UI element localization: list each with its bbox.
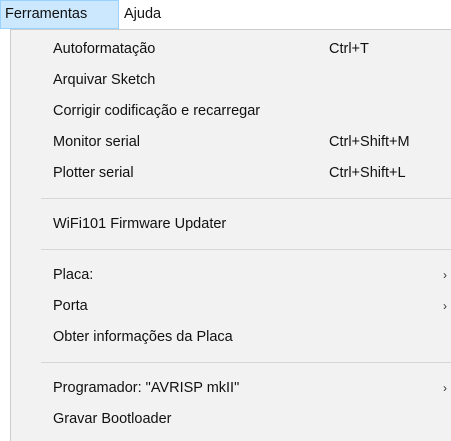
menu-ajuda[interactable]: Ajuda: [120, 0, 175, 29]
menu-item-shortcut: Ctrl+Shift+M: [329, 134, 410, 150]
menu-item-gravar-bootloader[interactable]: Gravar Bootloader: [11, 404, 451, 435]
menu-item-label: Monitor serial: [53, 134, 141, 150]
chevron-right-icon: ›: [443, 381, 447, 395]
menu-item-label: Gravar Bootloader: [53, 411, 172, 427]
menu-separator: [41, 362, 451, 363]
menu-item-label: Placa:: [53, 267, 94, 283]
menu-item-label: Porta: [53, 298, 88, 314]
menu-item-obter-informacoes-da-placa[interactable]: Obter informações da Placa: [11, 322, 451, 353]
menu-item-wifi101-firmware-updater[interactable]: WiFi101 Firmware Updater: [11, 209, 451, 240]
menu-item-label: WiFi101 Firmware Updater: [53, 216, 227, 232]
menu-item-label: Arquivar Sketch: [53, 72, 156, 88]
menu-separator: [41, 198, 451, 199]
menu-item-shortcut: Ctrl+Shift+L: [329, 165, 406, 181]
menu-item-placa[interactable]: Placa: ›: [11, 260, 451, 291]
menu-item-arquivar-sketch[interactable]: Arquivar Sketch: [11, 65, 451, 96]
menu-item-label: Autoformatação: [53, 41, 156, 57]
menu-item-label: Corrigir codificação e recarregar: [53, 103, 261, 119]
menu-item-label: Programador: "AVRISP mkII": [53, 380, 240, 396]
ferramentas-dropdown-menu: Autoformatação Ctrl+T Arquivar Sketch Corri…: [10, 29, 451, 441]
menu-item-plotter-serial[interactable]: Plotter serial Ctrl+Shift+L: [11, 158, 451, 189]
menu-item-programador-avrisp-mkii[interactable]: Programador: "AVRISP mkII" ›: [11, 373, 451, 404]
menu-item-label: Obter informações da Placa: [53, 329, 233, 345]
menu-item-autoformatacao[interactable]: Autoformatação Ctrl+T: [11, 34, 451, 65]
menu-item-monitor-serial[interactable]: Monitor serial Ctrl+Shift+M: [11, 127, 451, 158]
menu-item-corrigir-codificacao-e-recarregar[interactable]: Corrigir codificação e recarregar: [11, 96, 451, 127]
menu-item-shortcut: Ctrl+T: [329, 41, 369, 57]
menu-item-porta[interactable]: Porta ›: [11, 291, 451, 322]
menu-separator: [41, 249, 451, 250]
menu-ferramentas[interactable]: Ferramentas: [0, 0, 119, 29]
chevron-right-icon: ›: [443, 268, 447, 282]
menu-item-label: Plotter serial: [53, 165, 134, 181]
menu-bar: Ferramentas Ajuda: [0, 0, 451, 29]
chevron-right-icon: ›: [443, 299, 447, 313]
